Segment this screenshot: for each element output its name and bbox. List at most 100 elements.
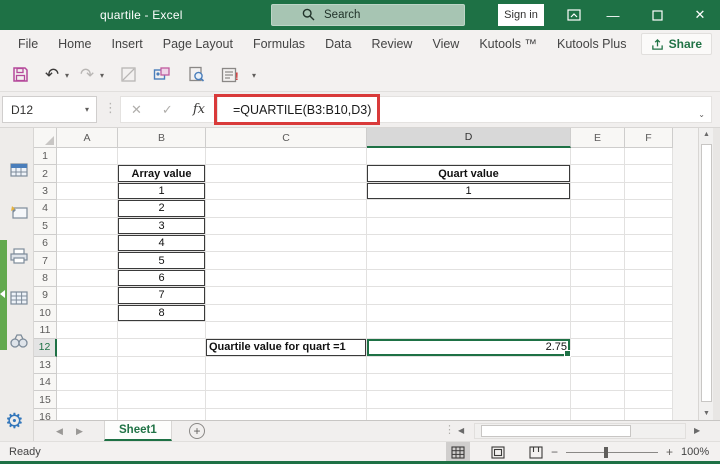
cell-D9[interactable] bbox=[367, 287, 571, 304]
zoom-out-button[interactable]: − bbox=[551, 445, 558, 459]
cell-C15[interactable] bbox=[206, 391, 367, 408]
cell-C7[interactable] bbox=[206, 252, 367, 269]
cell-E8[interactable] bbox=[571, 270, 625, 287]
cell-C13[interactable] bbox=[206, 357, 367, 374]
cell-C16[interactable] bbox=[206, 409, 367, 420]
name-box-chevron-icon[interactable]: ▾ bbox=[85, 105, 96, 114]
ribbon-display-options-button[interactable] bbox=[557, 0, 591, 30]
zoom-slider-thumb[interactable] bbox=[604, 447, 608, 458]
cell-B8[interactable]: 6 bbox=[118, 270, 206, 287]
column-header-B[interactable]: B bbox=[118, 128, 206, 148]
cell-C8[interactable] bbox=[206, 270, 367, 287]
cell-B3[interactable]: 1 bbox=[118, 183, 206, 200]
row-header-15[interactable]: 15 bbox=[34, 391, 57, 408]
cell-D12[interactable]: 2.75 bbox=[367, 339, 571, 356]
normal-view-button[interactable] bbox=[446, 442, 470, 462]
cell-E9[interactable] bbox=[571, 287, 625, 304]
new-sheet-button[interactable]: + bbox=[189, 423, 205, 439]
cell-D6[interactable] bbox=[367, 235, 571, 252]
picture-swap-button[interactable] bbox=[150, 62, 174, 88]
cell-D11[interactable] bbox=[367, 322, 571, 339]
cell-F4[interactable] bbox=[625, 200, 673, 217]
cell-E6[interactable] bbox=[571, 235, 625, 252]
maximize-button[interactable] bbox=[640, 0, 674, 30]
cell-F12[interactable] bbox=[625, 339, 673, 356]
undo-menu-chevron[interactable]: ▾ bbox=[65, 71, 69, 80]
cell-C2[interactable] bbox=[206, 165, 367, 182]
vertical-scroll-thumb[interactable] bbox=[701, 144, 712, 402]
draw-borders-button[interactable] bbox=[116, 62, 140, 88]
cell-F9[interactable] bbox=[625, 287, 673, 304]
cell-F7[interactable] bbox=[625, 252, 673, 269]
cell-B4[interactable]: 2 bbox=[118, 200, 206, 217]
undo-button[interactable]: ↶ bbox=[40, 62, 64, 88]
customize-qat-chevron[interactable]: ▾ bbox=[252, 71, 256, 80]
cell-A2[interactable] bbox=[57, 165, 118, 182]
cell-B2[interactable]: Array value bbox=[118, 165, 206, 182]
cell-B11[interactable] bbox=[118, 322, 206, 339]
cell-A16[interactable] bbox=[57, 409, 118, 420]
cell-B15[interactable] bbox=[118, 391, 206, 408]
horizontal-scroll-thumb[interactable] bbox=[481, 425, 631, 437]
sheet-tab-sheet1[interactable]: Sheet1 bbox=[104, 421, 172, 441]
tab-formulas[interactable]: Formulas bbox=[243, 30, 315, 58]
cell-F13[interactable] bbox=[625, 357, 673, 374]
tab-data[interactable]: Data bbox=[315, 30, 361, 58]
kutools-pane-toggle[interactable] bbox=[0, 240, 7, 350]
cell-B12[interactable] bbox=[118, 339, 206, 356]
row-header-14[interactable]: 14 bbox=[34, 374, 57, 391]
cell-D7[interactable] bbox=[367, 252, 571, 269]
close-button[interactable]: ✕ bbox=[683, 0, 717, 30]
cell-D13[interactable] bbox=[367, 357, 571, 374]
row-header-4[interactable]: 4 bbox=[34, 200, 57, 217]
cell-C5[interactable] bbox=[206, 218, 367, 235]
cell-A15[interactable] bbox=[57, 391, 118, 408]
cell-F14[interactable] bbox=[625, 374, 673, 391]
hscroll-right-icon[interactable]: ▶ bbox=[694, 426, 700, 435]
cell-F5[interactable] bbox=[625, 218, 673, 235]
cell-A1[interactable] bbox=[57, 148, 118, 165]
share-button[interactable]: Share bbox=[641, 33, 712, 55]
cell-E4[interactable] bbox=[571, 200, 625, 217]
row-header-8[interactable]: 8 bbox=[34, 270, 57, 287]
scroll-down-icon[interactable]: ▼ bbox=[703, 410, 710, 417]
cell-D8[interactable] bbox=[367, 270, 571, 287]
printer-icon[interactable] bbox=[9, 248, 29, 264]
cancel-icon[interactable]: ✕ bbox=[131, 102, 142, 118]
column-header-F[interactable]: F bbox=[625, 128, 673, 148]
page-break-view-button[interactable] bbox=[524, 442, 548, 462]
cell-D3[interactable]: 1 bbox=[367, 183, 571, 200]
tab-page-layout[interactable]: Page Layout bbox=[153, 30, 243, 58]
cell-F8[interactable] bbox=[625, 270, 673, 287]
redo-menu-chevron[interactable]: ▾ bbox=[100, 71, 104, 80]
tab-insert[interactable]: Insert bbox=[102, 30, 153, 58]
cell-A11[interactable] bbox=[57, 322, 118, 339]
column-header-D[interactable]: D bbox=[367, 128, 571, 148]
tab-splitter[interactable]: ⋮ bbox=[444, 423, 455, 436]
scroll-up-icon[interactable]: ▲ bbox=[703, 131, 710, 138]
sign-in-button[interactable]: Sign in bbox=[498, 4, 544, 26]
settings-gear-icon[interactable]: ⚙ bbox=[5, 411, 24, 432]
cell-C3[interactable] bbox=[206, 183, 367, 200]
expand-formula-bar-chevron[interactable]: ⌄ bbox=[698, 110, 705, 119]
row-header-16[interactable]: 16 bbox=[34, 409, 57, 420]
cell-F11[interactable] bbox=[625, 322, 673, 339]
row-header-2[interactable]: 2 bbox=[34, 165, 57, 182]
cell-D5[interactable] bbox=[367, 218, 571, 235]
cell-A14[interactable] bbox=[57, 374, 118, 391]
cell-D2[interactable]: Quart value bbox=[367, 165, 571, 182]
save-button[interactable] bbox=[8, 62, 32, 88]
cell-F16[interactable] bbox=[625, 409, 673, 420]
cell-F1[interactable] bbox=[625, 148, 673, 165]
hscroll-left-icon[interactable]: ◀ bbox=[458, 426, 464, 435]
cell-F2[interactable] bbox=[625, 165, 673, 182]
row-header-13[interactable]: 13 bbox=[34, 357, 57, 374]
column-header-C[interactable]: C bbox=[206, 128, 367, 148]
cell-A4[interactable] bbox=[57, 200, 118, 217]
formula-input[interactable]: =QUARTILE(B3:B10,D3) ⌄ bbox=[217, 96, 712, 123]
row-header-10[interactable]: 10 bbox=[34, 305, 57, 322]
cell-B6[interactable]: 4 bbox=[118, 235, 206, 252]
tab-home[interactable]: Home bbox=[48, 30, 101, 58]
cell-D4[interactable] bbox=[367, 200, 571, 217]
cell-E14[interactable] bbox=[571, 374, 625, 391]
